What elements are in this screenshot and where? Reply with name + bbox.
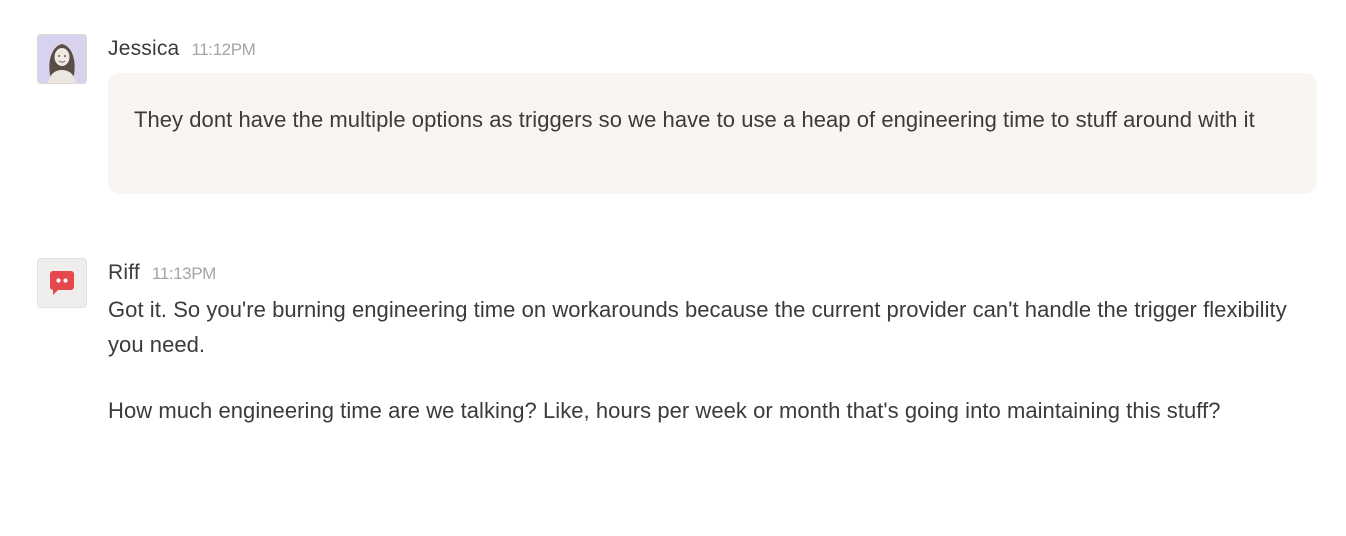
message-body: Got it. So you're burning engineering ti… [108, 292, 1317, 428]
author-name: Jessica [108, 37, 180, 60]
chat-bubble-bot-icon [50, 271, 74, 295]
message-text: Got it. So you're burning engineering ti… [108, 297, 1287, 357]
message-text: How much engineering time are we talking… [108, 398, 1221, 423]
message-text: They dont have the multiple options as t… [134, 107, 1255, 132]
chat-thread: Jessica 11:12PM They dont have the multi… [0, 0, 1346, 536]
message-header: Jessica 11:12PM [108, 37, 256, 63]
message-header: Riff 11:13PM [108, 261, 216, 287]
avatar[interactable] [37, 258, 87, 308]
message-bubble: They dont have the multiple options as t… [108, 73, 1317, 194]
author-name: Riff [108, 261, 140, 284]
timestamp: 11:12PM [191, 40, 256, 59]
timestamp: 11:13PM [151, 264, 216, 283]
avatar[interactable] [37, 34, 87, 84]
user-photo-icon [38, 35, 86, 83]
